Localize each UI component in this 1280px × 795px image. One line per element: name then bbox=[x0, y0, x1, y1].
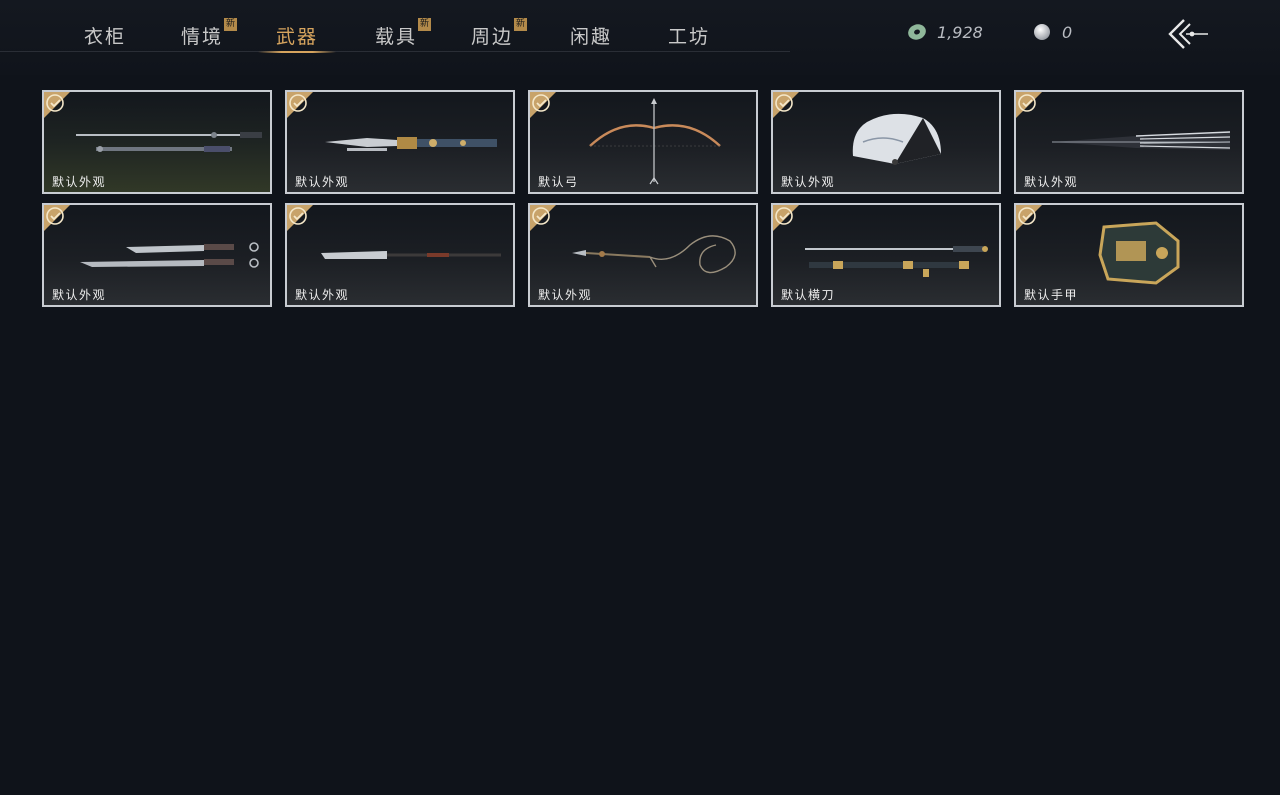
jade-coin-icon bbox=[908, 24, 926, 40]
tabs-divider bbox=[0, 51, 790, 52]
top-bar: 衣柜 情境新 武器 载具新 周边新 闲趣 工坊 1,928 0 bbox=[0, 0, 1280, 75]
item-label: 默认外观 bbox=[295, 288, 350, 302]
new-badge: 新 bbox=[224, 18, 238, 31]
equipped-check-icon bbox=[1016, 205, 1042, 231]
equipped-check-icon bbox=[530, 205, 556, 231]
equipped-check-icon bbox=[773, 205, 799, 231]
weapon-card[interactable]: 默认外观 bbox=[42, 203, 272, 307]
item-label: 默认外观 bbox=[538, 288, 593, 302]
item-label: 默认弓 bbox=[538, 175, 579, 189]
weapon-card[interactable]: 默认弓 bbox=[528, 90, 758, 194]
equipped-check-icon bbox=[44, 92, 70, 118]
back-arrow-icon bbox=[1168, 19, 1208, 49]
equipped-check-icon bbox=[1016, 92, 1042, 118]
weapon-card[interactable]: 默认外观 bbox=[528, 203, 758, 307]
tab-workshop[interactable]: 工坊 bbox=[668, 22, 710, 50]
item-label: 默认外观 bbox=[1024, 175, 1079, 189]
back-button[interactable] bbox=[1166, 16, 1210, 52]
tab-scene[interactable]: 情境新 bbox=[181, 18, 238, 50]
item-label: 默认外观 bbox=[52, 288, 107, 302]
equipped-check-icon bbox=[530, 92, 556, 118]
weapon-card[interactable]: 默认外观 bbox=[1014, 90, 1244, 194]
item-label: 默认横刀 bbox=[781, 288, 836, 302]
weapon-card[interactable]: 默认横刀 bbox=[771, 203, 1001, 307]
weapon-card[interactable]: 默认外观 bbox=[285, 90, 515, 194]
pearl-icon bbox=[1034, 24, 1050, 40]
jade-currency: 1,928 bbox=[907, 21, 983, 43]
weapon-card[interactable]: 默认外观 bbox=[42, 90, 272, 194]
tab-vehicles[interactable]: 载具新 bbox=[375, 18, 432, 50]
tab-weapons[interactable]: 武器 bbox=[276, 22, 318, 50]
tab-accessories[interactable]: 周边新 bbox=[471, 18, 528, 50]
item-label: 默认外观 bbox=[781, 175, 836, 189]
jade-amount: 1,928 bbox=[937, 22, 983, 42]
pearl-amount: 0 bbox=[1062, 22, 1073, 42]
equipped-check-icon bbox=[287, 205, 313, 231]
weapon-card[interactable]: 默认手甲 bbox=[1014, 203, 1244, 307]
equipped-check-icon bbox=[287, 92, 313, 118]
equipped-check-icon bbox=[44, 205, 70, 231]
new-badge: 新 bbox=[418, 18, 432, 31]
pearl-currency: 0 bbox=[1032, 21, 1072, 43]
item-label: 默认外观 bbox=[295, 175, 350, 189]
new-badge: 新 bbox=[514, 18, 528, 31]
active-tab-indicator bbox=[258, 51, 336, 53]
item-label: 默认外观 bbox=[52, 175, 107, 189]
category-tabs: 衣柜 情境新 武器 载具新 周边新 闲趣 工坊 bbox=[0, 0, 790, 53]
item-label: 默认手甲 bbox=[1024, 288, 1079, 302]
weapon-card[interactable]: 默认外观 bbox=[771, 90, 1001, 194]
tab-wardrobe[interactable]: 衣柜 bbox=[84, 22, 126, 50]
tab-leisure[interactable]: 闲趣 bbox=[570, 22, 612, 50]
equipped-check-icon bbox=[773, 92, 799, 118]
weapon-card[interactable]: 默认外观 bbox=[285, 203, 515, 307]
